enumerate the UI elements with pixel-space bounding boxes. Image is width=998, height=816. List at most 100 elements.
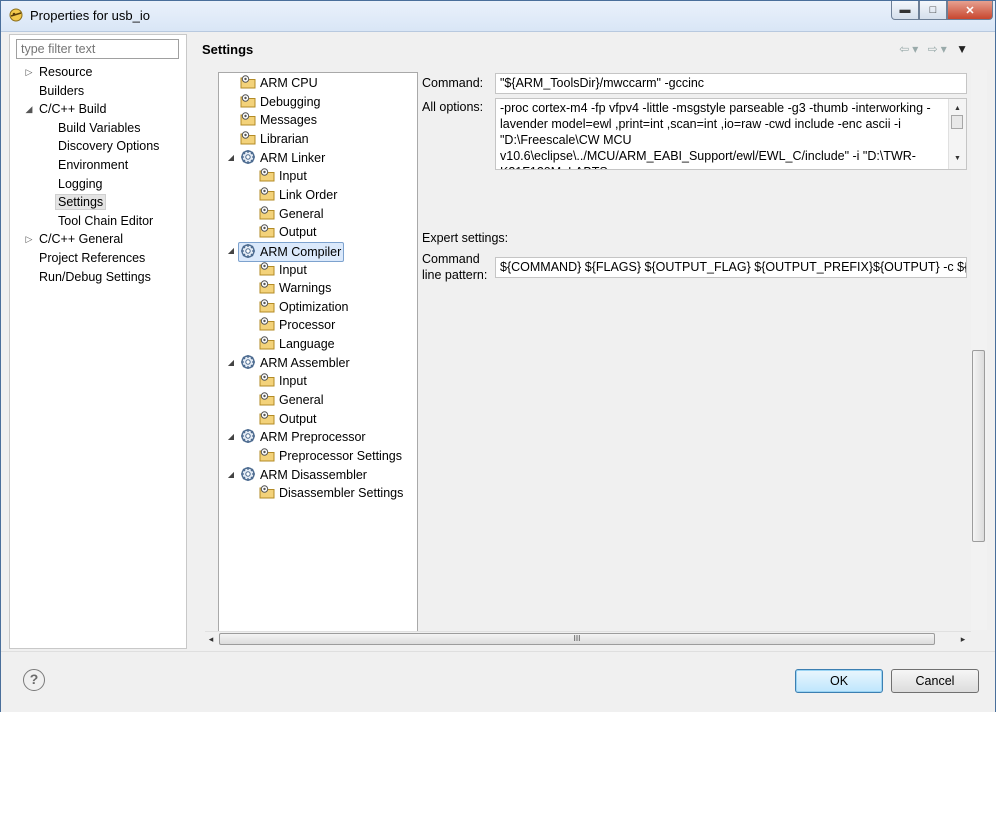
all-options-label: All options: xyxy=(422,100,484,114)
tree-node-label: Input xyxy=(279,169,307,184)
nav-item[interactable]: Environment xyxy=(58,156,128,174)
tree-node[interactable]: Link Order xyxy=(259,186,337,204)
back-menu-icon[interactable]: ▾ xyxy=(912,42,921,56)
tree-node-label: ARM Assembler xyxy=(260,355,350,370)
tree-node[interactable]: Disassembler Settings xyxy=(259,484,403,502)
nav-item-label: Tool Chain Editor xyxy=(58,213,154,228)
nav-item[interactable]: C/C++ Build xyxy=(39,100,106,118)
scroll-left-icon[interactable]: ◂ xyxy=(205,632,217,646)
nav-item[interactable]: Build Variables xyxy=(58,119,140,137)
tree-node[interactable]: Language xyxy=(259,335,335,353)
back-arrow-icon[interactable]: ⇦ xyxy=(899,42,912,56)
folder-settings-icon xyxy=(259,279,275,295)
tree-node[interactable]: Preprocessor Settings xyxy=(259,447,402,465)
cancel-button[interactable]: Cancel xyxy=(891,669,979,693)
tool-settings-form: Command: "${ARM_ToolsDir}/mwccarm" -gcci… xyxy=(420,70,970,631)
page-horizontal-scrollbar[interactable]: ◂ III ▸ xyxy=(205,631,971,647)
filter-input[interactable] xyxy=(16,39,179,59)
page-title: Settings xyxy=(202,42,254,57)
tree-node-label: Link Order xyxy=(279,187,338,202)
folder-settings-icon xyxy=(259,261,275,277)
tool-settings-tree: ARM CPU Debugging Messages Librarian ◢ ARM Li… xyxy=(218,72,418,632)
view-menu-icon[interactable]: ▼ xyxy=(956,42,971,56)
tree-node[interactable]: Messages xyxy=(240,111,317,129)
nav-item[interactable]: Project References xyxy=(39,249,145,267)
tree-node[interactable]: ARM Assembler xyxy=(240,354,350,372)
nav-item-label: Build Variables xyxy=(58,120,141,135)
tree-node[interactable]: Output xyxy=(259,223,317,241)
nav-item-label: Settings xyxy=(55,194,107,211)
horizontal-scroll-thumb[interactable]: III xyxy=(219,633,935,645)
all-options-scrollbar[interactable]: ▲ ▼ xyxy=(948,99,966,169)
tree-node[interactable]: ARM Compiler xyxy=(238,241,345,262)
tree-node[interactable]: ARM Preprocessor xyxy=(240,428,366,446)
settings-page: Settings ⇦▾ ⇨▾ ▼ ARM CPU Debugging Message… xyxy=(191,34,991,649)
tree-node[interactable]: Input xyxy=(259,167,307,185)
nav-item[interactable]: Logging xyxy=(58,175,103,193)
tree-node[interactable]: General xyxy=(259,205,323,223)
tree-node[interactable]: Warnings xyxy=(259,279,331,297)
tree-node[interactable]: Input xyxy=(259,372,307,390)
tree-node[interactable]: Optimization xyxy=(259,298,348,316)
nav-expand-toggle-icon[interactable]: ▷ xyxy=(24,63,34,81)
tree-collapse-toggle-icon[interactable]: ◢ xyxy=(226,428,236,446)
tree-node-label: ARM Linker xyxy=(260,150,326,165)
tree-node[interactable]: Debugging xyxy=(240,93,320,111)
maximize-button[interactable]: □ xyxy=(919,1,947,20)
tree-node-label: Disassembler Settings xyxy=(279,486,404,501)
properties-dialog: Properties for usb_io ▬ □ ✕ ▷ Resource Bui… xyxy=(0,0,996,712)
page-vertical-scrollbar[interactable] xyxy=(971,70,987,630)
tree-node[interactable]: ARM CPU xyxy=(240,74,318,92)
close-button[interactable]: ✕ xyxy=(947,1,993,20)
tree-node[interactable]: Librarian xyxy=(240,130,309,148)
nav-item-label: Builders xyxy=(39,83,85,98)
forward-menu-icon[interactable]: ▾ xyxy=(941,42,950,56)
all-options-textarea[interactable]: -proc cortex-m4 -fp vfpv4 -little -msgst… xyxy=(495,98,967,170)
folder-settings-icon xyxy=(259,335,275,351)
command-field[interactable]: "${ARM_ToolsDir}/mwccarm" -gccinc xyxy=(495,73,967,94)
folder-settings-icon xyxy=(259,372,275,388)
tree-node[interactable]: ARM Linker xyxy=(240,149,325,167)
nav-item[interactable]: Builders xyxy=(39,82,84,100)
title-bar: Properties for usb_io ▬ □ ✕ xyxy=(1,1,995,32)
tree-node[interactable]: Input xyxy=(259,261,307,279)
nav-item[interactable]: Discovery Options xyxy=(58,137,159,155)
tree-node[interactable]: General xyxy=(259,391,323,409)
nav-item[interactable]: Resource xyxy=(39,63,93,81)
nav-expand-toggle-icon[interactable]: ◢ xyxy=(24,100,34,118)
page-scroll-thumb[interactable] xyxy=(972,350,985,542)
nav-expand-toggle-icon[interactable]: ▷ xyxy=(24,230,34,248)
forward-arrow-icon[interactable]: ⇨ xyxy=(928,42,941,56)
minimize-button[interactable]: ▬ xyxy=(891,1,919,20)
folder-settings-icon xyxy=(240,130,256,146)
tree-node[interactable]: Output xyxy=(259,410,317,428)
tree-collapse-toggle-icon[interactable]: ◢ xyxy=(226,466,236,484)
scroll-down-icon[interactable]: ▼ xyxy=(949,151,966,167)
folder-settings-icon xyxy=(259,447,275,463)
nav-item[interactable]: C/C++ General xyxy=(39,230,123,248)
tree-collapse-toggle-icon[interactable]: ◢ xyxy=(226,149,236,167)
command-line-pattern-field[interactable]: ${COMMAND} ${FLAGS} ${OUTPUT_FLAG} ${OUT… xyxy=(495,257,967,278)
tree-node-label: Input xyxy=(279,262,307,277)
tool-gear-icon xyxy=(240,243,256,259)
tree-node-label: ARM Disassembler xyxy=(260,467,367,482)
folder-settings-icon xyxy=(240,74,256,90)
nav-item-label: Run/Debug Settings xyxy=(39,269,151,284)
scroll-right-icon[interactable]: ▸ xyxy=(957,632,969,646)
nav-item-label: Project References xyxy=(39,251,146,265)
nav-item[interactable]: Settings xyxy=(55,193,107,211)
nav-item[interactable]: Tool Chain Editor xyxy=(58,212,153,230)
property-nav-pane: ▷ Resource Builders ◢ C/C++ Build Build Varia… xyxy=(9,34,187,649)
tree-collapse-toggle-icon[interactable]: ◢ xyxy=(226,242,236,260)
folder-settings-icon xyxy=(259,484,275,500)
scroll-thumb[interactable] xyxy=(951,115,963,129)
nav-item[interactable]: Run/Debug Settings xyxy=(39,268,151,286)
command-label: Command: xyxy=(422,76,484,90)
tree-collapse-toggle-icon[interactable]: ◢ xyxy=(226,354,236,372)
help-icon[interactable]: ? xyxy=(23,669,45,691)
ok-button[interactable]: OK xyxy=(795,669,883,693)
command-line-pattern-label-1: Command xyxy=(422,252,480,266)
tree-node-label: Optimization xyxy=(279,299,349,314)
tree-node[interactable]: ARM Disassembler xyxy=(240,466,367,484)
tree-node[interactable]: Processor xyxy=(259,316,335,334)
